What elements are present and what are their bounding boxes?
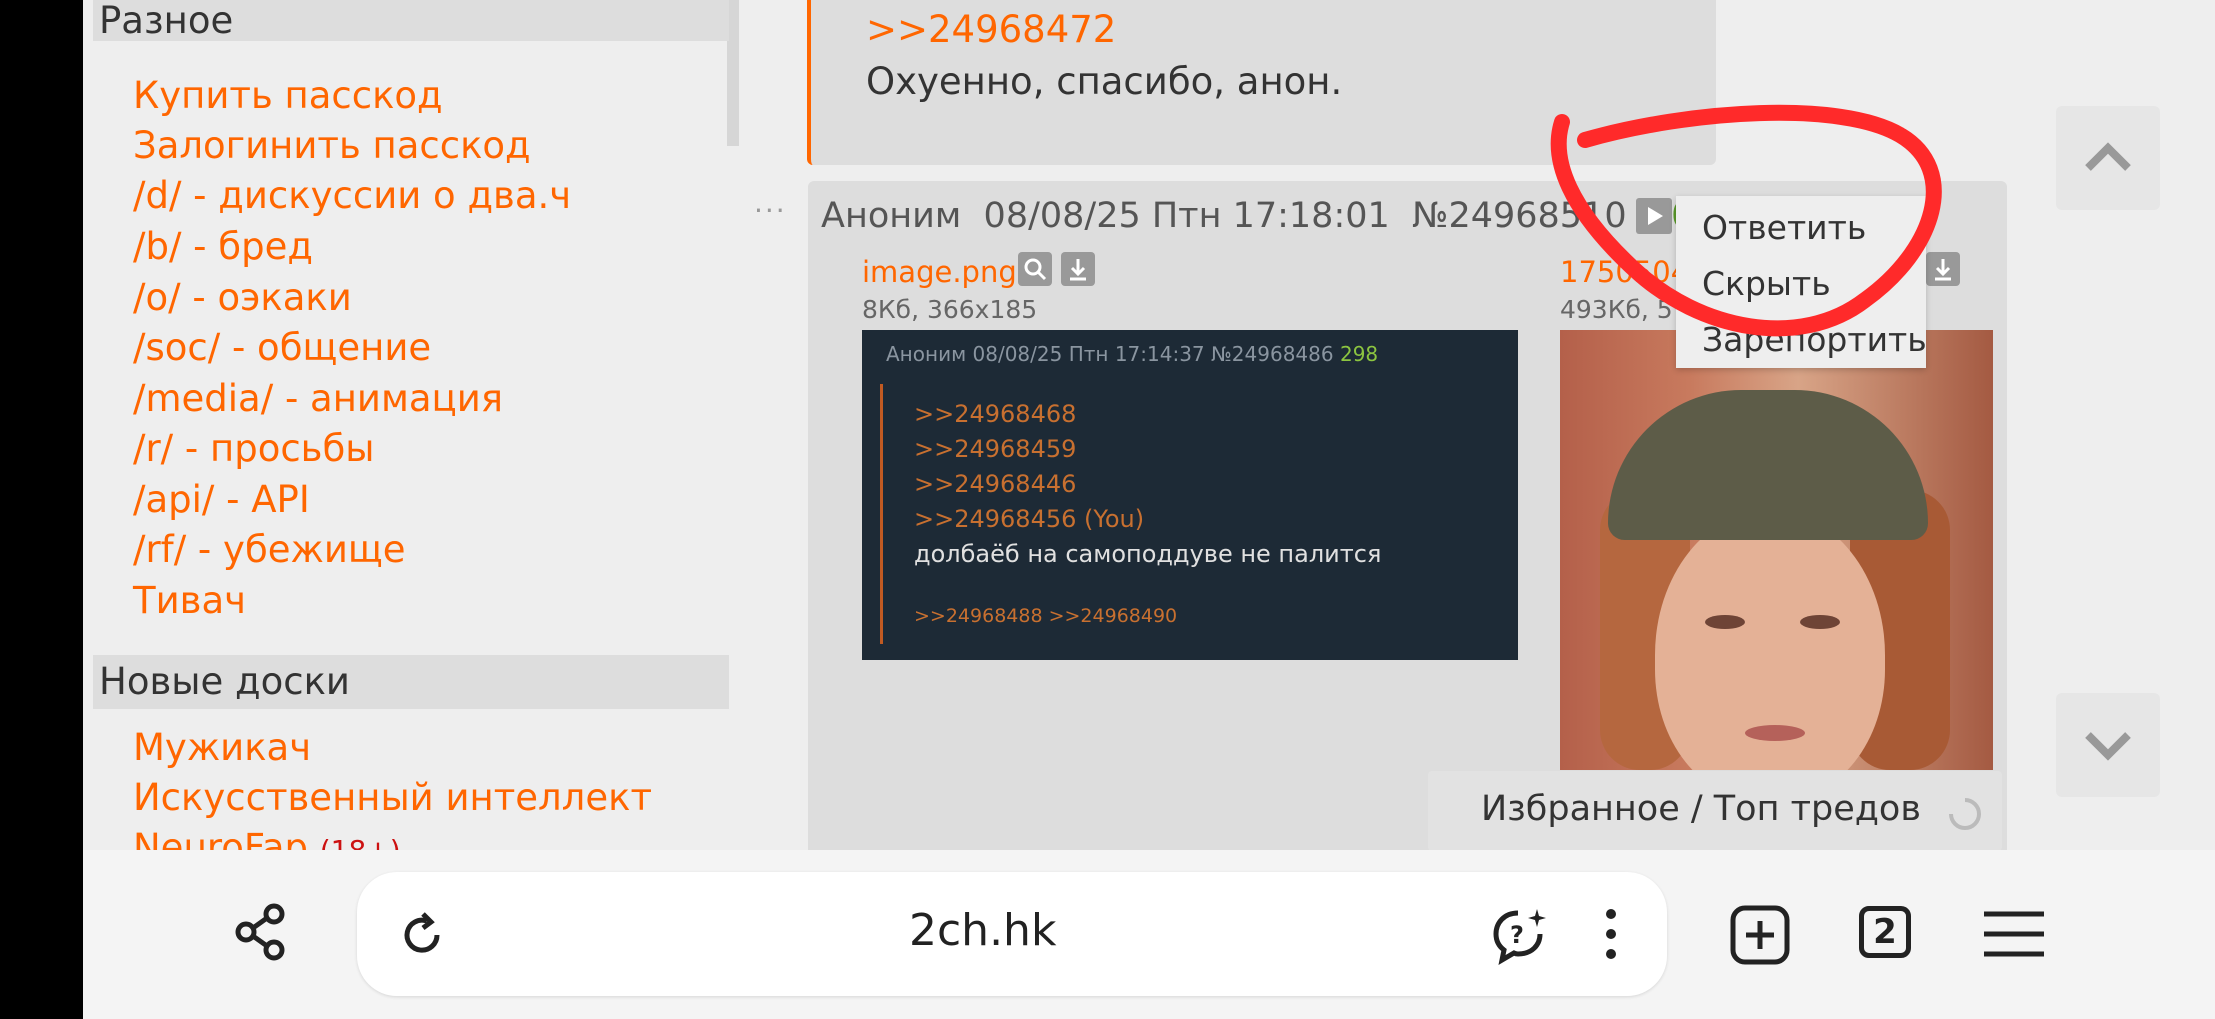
thumb-quote-bar: [880, 384, 883, 644]
scroll-up-button[interactable]: [2056, 106, 2160, 210]
scroll-down-icon: [2085, 732, 2131, 761]
loading-icon: [1949, 798, 1981, 830]
new-tab-icon[interactable]: [1729, 904, 1791, 966]
reply-link[interactable]: >>24968472: [866, 8, 1116, 51]
thumb-ref: >>24968456 (You): [914, 505, 1145, 533]
post-options-ellipsis[interactable]: ...: [754, 186, 787, 219]
file-meta: 8Кб, 366x185: [862, 295, 1038, 324]
sidebar-item-board-b[interactable]: /b/ - бред: [133, 225, 313, 269]
more-vertical-icon[interactable]: [1596, 906, 1626, 962]
thumb-ref: >>24968446: [914, 470, 1077, 498]
scroll-up-icon: [2085, 142, 2131, 171]
sidebar-item-board-o[interactable]: /o/ - оэкаки: [133, 276, 352, 320]
sidebar-item-ai[interactable]: Искусственный интеллект: [133, 776, 652, 820]
image-thumbnail-screenshot[interactable]: Аноним 08/08/25 Птн 17:14:37 №24968486 2…: [862, 330, 1518, 660]
thumb-text: долбаёб на самоподдуве не палится: [914, 540, 1382, 568]
sidebar-item-board-d[interactable]: /d/ - дискуссии о два.ч: [133, 174, 571, 218]
thumb-ref: >>24968468: [914, 400, 1077, 428]
sidebar-item-board-media[interactable]: /media/ - анимация: [133, 377, 503, 421]
sidebar-item-board-rf[interactable]: /rf/ - убежище: [133, 528, 406, 572]
sidebar-item-login-passcode[interactable]: Залогинить пасскод: [133, 124, 531, 168]
sidebar-section-title-new-boards: Новые доски: [93, 655, 729, 709]
sidebar-item-tivach[interactable]: Тивач: [133, 579, 246, 623]
thumb-header: Аноним 08/08/25 Птн 17:14:37 №24968486 2…: [886, 342, 1379, 366]
thumb-replies: >>24968488 >>24968490: [914, 605, 1178, 627]
favorites-label[interactable]: Избранное / Топ тредов: [1481, 789, 1921, 829]
red-annotation-circle: [1550, 104, 1942, 337]
download-icon[interactable]: [1061, 252, 1095, 286]
hamburger-menu-icon[interactable]: [1982, 908, 2046, 960]
search-image-icon[interactable]: [1018, 252, 1052, 286]
scroll-down-button[interactable]: [2056, 693, 2160, 797]
thumb-ref: >>24968459: [914, 435, 1077, 463]
post-message: Охуенно, спасибо, анон.: [866, 60, 1343, 103]
reload-icon[interactable]: [397, 910, 447, 960]
share-icon[interactable]: [230, 900, 294, 964]
post-datetime: 08/08/25 Птн 17:18:01: [983, 196, 1390, 236]
sidebar-item-board-r[interactable]: /r/ - просьбы: [133, 427, 375, 471]
tabs-icon[interactable]: 2: [1859, 906, 1911, 958]
sidebar-item-buy-passcode[interactable]: Купить пасскод: [133, 74, 443, 118]
sidebar-item-board-soc[interactable]: /soc/ - общение: [133, 326, 431, 370]
url-text[interactable]: 2ch.hk: [909, 905, 1056, 956]
svg-text:?: ?: [1510, 921, 1524, 949]
sidebar-item-muzhikach[interactable]: Мужикач: [133, 726, 311, 770]
sidebar-section-title-misc: Разное: [93, 0, 729, 41]
file-name-link[interactable]: image.png: [862, 255, 1017, 289]
assistant-icon[interactable]: ?: [1490, 905, 1550, 965]
post-author: Аноним: [821, 196, 962, 236]
sidebar-item-board-api[interactable]: /api/ - API: [133, 478, 310, 522]
left-edge-strip: [0, 0, 83, 1019]
